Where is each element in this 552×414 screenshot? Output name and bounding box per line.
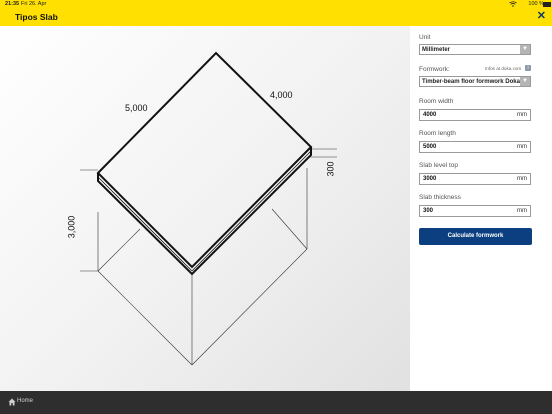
room-length-input[interactable]: 5000 mm xyxy=(419,141,531,153)
page-title: Tipos Slab xyxy=(15,12,58,22)
formwork-label: Formwork: xyxy=(419,66,450,73)
chevron-down-icon: ▼ xyxy=(520,45,530,54)
battery-icon xyxy=(543,2,551,7)
app-header: 21:35 Fri 26. Apr 100 % Tipos Slab ✕ xyxy=(0,0,552,26)
slab-top xyxy=(96,51,313,269)
formwork-select[interactable]: Timber-beam floor formwork Dokaflex ▼ xyxy=(419,76,531,87)
unit-select[interactable]: Millimeter ▼ xyxy=(419,44,531,55)
home-icon[interactable] xyxy=(8,398,16,406)
support-frame xyxy=(97,168,308,366)
slab-level-top-label: Slab level top xyxy=(419,162,459,169)
unit-label: Unit xyxy=(419,34,431,41)
wifi-icon xyxy=(509,1,517,7)
slab-thickness-value: 300 xyxy=(423,208,434,214)
battery-level: 100 % xyxy=(528,1,544,7)
bottom-bar: Home xyxy=(0,391,552,414)
info-link[interactable]: Infos at doka.com xyxy=(485,66,521,71)
room-length-value: 5000 xyxy=(423,144,437,150)
room-width-value: 4000 xyxy=(423,112,437,118)
calculate-formwork-button[interactable]: Calculate formwork xyxy=(419,228,532,245)
slab-drawing-svg xyxy=(80,51,337,366)
slab-level-dimension: 3,000 xyxy=(66,215,77,239)
formwork-value: Timber-beam floor formwork Dokaflex xyxy=(422,79,531,85)
settings-panel: Unit Millimeter ▼ Formwork: Infos at dok… xyxy=(410,26,552,391)
close-icon[interactable]: ✕ xyxy=(537,10,546,22)
room-width-dimension: 4,000 xyxy=(270,90,293,100)
chevron-down-icon: ▼ xyxy=(520,77,530,86)
status-date: Fri 26. Apr xyxy=(21,1,47,7)
room-length-label: Room length xyxy=(419,130,456,137)
slab xyxy=(96,51,313,276)
room-length-unit: mm xyxy=(517,144,527,150)
slab-thickness-label: Slab thickness xyxy=(419,194,461,201)
room-width-label: Room width xyxy=(419,98,454,105)
slab-thickness-input[interactable]: 300 mm xyxy=(419,205,531,217)
slab-level-top-value: 3000 xyxy=(423,176,437,182)
slab-thickness-unit: mm xyxy=(517,208,527,214)
status-time: 21:35 xyxy=(5,1,20,7)
room-width-unit: mm xyxy=(517,112,527,118)
room-length-dimension: 5,000 xyxy=(125,103,148,113)
room-width-input[interactable]: 4000 mm xyxy=(419,109,531,121)
slab-level-top-input[interactable]: 3000 mm xyxy=(419,173,531,185)
slab-drawing: 5,000 4,000 3,000 300 xyxy=(0,26,410,391)
info-icon[interactable]: i xyxy=(525,65,531,71)
home-link[interactable]: Home xyxy=(17,398,33,404)
unit-value: Millimeter xyxy=(422,47,451,53)
slab-level-top-unit: mm xyxy=(517,176,527,182)
slab-thickness-dimension: 300 xyxy=(325,161,336,177)
